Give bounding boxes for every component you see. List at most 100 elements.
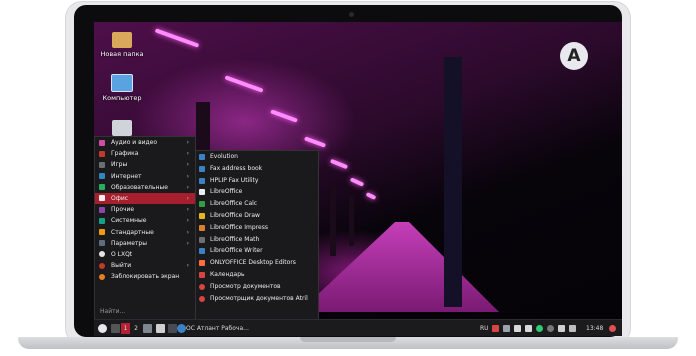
power-icon[interactable] bbox=[609, 325, 616, 332]
menu-item-about-lxqt[interactable]: О LXQt bbox=[95, 249, 195, 260]
workspace-2-button[interactable]: 2 bbox=[132, 323, 140, 334]
menu-item-label: Прочие bbox=[111, 206, 135, 214]
submenu-item-label: HPLIP Fax Utility bbox=[210, 176, 259, 184]
onlyoffice-icon bbox=[199, 260, 205, 267]
folder-icon bbox=[112, 32, 132, 48]
wallpaper-pillar bbox=[444, 57, 462, 307]
menu-item-label: Выйти bbox=[111, 262, 132, 270]
menu-item-audio-video[interactable]: Аудио и видео › bbox=[95, 137, 195, 148]
volume-icon[interactable] bbox=[569, 325, 576, 332]
show-desktop-icon[interactable] bbox=[111, 324, 120, 333]
submenu-item-libreoffice-math[interactable]: LibreOffice Math bbox=[196, 234, 318, 246]
internet-icon bbox=[99, 173, 105, 180]
start-menu: Аудио и видео › Графика › Игры › Интернет › … bbox=[94, 136, 196, 321]
menu-item-logout[interactable]: Выйти › bbox=[95, 260, 195, 271]
atlant-logo: A bbox=[560, 42, 588, 70]
menu-item-other[interactable]: Прочие › bbox=[95, 204, 195, 215]
graphics-icon bbox=[99, 150, 105, 157]
document-viewer-icon bbox=[199, 283, 205, 290]
submenu-item-document-viewer[interactable]: Просмотр документов bbox=[196, 281, 318, 293]
logout-icon bbox=[99, 262, 105, 269]
impress-icon bbox=[199, 224, 205, 231]
desktop-icon-computer[interactable]: Компьютер bbox=[94, 74, 152, 102]
submenu-item-fax-address-book[interactable]: Fax address book bbox=[196, 163, 318, 175]
menu-item-education[interactable]: Образовательные › bbox=[95, 182, 195, 193]
menu-item-games[interactable]: Игры › bbox=[95, 159, 195, 170]
wallpaper-light bbox=[365, 192, 377, 200]
desktop-screen: Новая папка Компьютер A Аудио и видео › Г… bbox=[94, 22, 622, 336]
menu-item-label: Образовательные bbox=[111, 183, 168, 191]
chevron-right-icon: › bbox=[186, 194, 189, 202]
submenu-item-onlyoffice[interactable]: ONLYOFFICE Desktop Editors bbox=[196, 257, 318, 269]
workspace-1-button[interactable]: 1 bbox=[121, 323, 130, 334]
network-icon[interactable] bbox=[492, 325, 499, 332]
submenu-item-label: Просмотр документов bbox=[210, 282, 281, 290]
chevron-right-icon: › bbox=[186, 217, 189, 225]
submenu-item-label: Календарь bbox=[210, 270, 245, 278]
atril-icon bbox=[199, 295, 205, 302]
submenu-item-label: ONLYOFFICE Desktop Editors bbox=[210, 259, 296, 267]
submenu-item-evolution[interactable]: Evolution bbox=[196, 151, 318, 163]
update-icon[interactable] bbox=[536, 325, 543, 332]
submenu-item-label: Evolution bbox=[210, 153, 238, 160]
submenu-item-libreoffice[interactable]: LibreOffice bbox=[196, 186, 318, 198]
chevron-right-icon: › bbox=[186, 161, 189, 169]
education-icon bbox=[99, 184, 105, 191]
submenu-item-calendar[interactable]: Календарь bbox=[196, 269, 318, 281]
menu-item-office[interactable]: Офис › bbox=[95, 192, 195, 205]
submenu-item-libreoffice-impress[interactable]: LibreOffice Impress bbox=[196, 222, 318, 234]
menu-item-label: Игры bbox=[111, 161, 128, 169]
other-icon bbox=[99, 206, 105, 213]
submenu-item-atril[interactable]: Просмотрщик документов Atril bbox=[196, 293, 318, 305]
desktop-icon-label: Компьютер bbox=[102, 94, 142, 102]
libreoffice-icon bbox=[199, 189, 205, 196]
chevron-right-icon: › bbox=[186, 172, 189, 180]
chevron-right-icon: › bbox=[186, 139, 189, 146]
chevron-right-icon: › bbox=[186, 183, 189, 191]
camera-icon bbox=[349, 12, 354, 17]
games-icon bbox=[99, 161, 105, 168]
keyboard-layout-indicator[interactable]: RU bbox=[480, 323, 489, 334]
clock[interactable]: 13:48 bbox=[586, 323, 603, 334]
writer-icon bbox=[199, 248, 205, 255]
menu-item-label: Офис bbox=[111, 194, 129, 202]
taskbar: 1 2 ОС Атлант Рабоча... RU 13:48 bbox=[94, 319, 622, 336]
document-icon[interactable] bbox=[156, 324, 165, 333]
tray-app-icon[interactable] bbox=[503, 325, 510, 332]
submenu-item-label: LibreOffice Impress bbox=[210, 223, 268, 231]
wallpaper-pillar bbox=[349, 196, 354, 246]
desktop-icon-new-folder[interactable]: Новая папка bbox=[94, 32, 152, 58]
wallpaper-platform bbox=[299, 222, 499, 312]
chevron-right-icon: › bbox=[186, 228, 189, 236]
computer-icon bbox=[111, 74, 133, 92]
menu-item-settings[interactable]: Параметры › bbox=[95, 238, 195, 249]
submenu-item-libreoffice-writer[interactable]: LibreOffice Writer bbox=[196, 245, 318, 257]
file-manager-icon[interactable] bbox=[143, 324, 152, 333]
menu-item-lock-screen[interactable]: Заблокировать экран bbox=[95, 271, 195, 282]
taskbar-window-button[interactable]: ОС Атлант Рабоча... bbox=[176, 323, 261, 334]
lock-icon bbox=[99, 273, 105, 280]
start-menu-button[interactable] bbox=[98, 324, 107, 333]
chevron-right-icon: › bbox=[186, 262, 189, 270]
menu-search-input[interactable]: Найти... bbox=[97, 307, 194, 317]
menu-item-accessories[interactable]: Стандартные › bbox=[95, 227, 195, 238]
office-icon bbox=[99, 195, 105, 202]
menu-item-internet[interactable]: Интернет › bbox=[95, 171, 195, 182]
menu-item-label: Заблокировать экран bbox=[111, 273, 180, 281]
notes-icon[interactable] bbox=[525, 325, 532, 332]
hplip-icon bbox=[199, 177, 205, 184]
submenu-item-label: LibreOffice Calc bbox=[210, 200, 258, 208]
submenu-item-libreoffice-draw[interactable]: LibreOffice Draw bbox=[196, 210, 318, 222]
submenu-item-libreoffice-calc[interactable]: LibreOffice Calc bbox=[196, 198, 318, 210]
menu-item-graphics[interactable]: Графика › bbox=[95, 148, 195, 159]
drive-icon bbox=[112, 120, 132, 136]
menu-item-system[interactable]: Системные › bbox=[95, 215, 195, 226]
wallpaper-light bbox=[329, 158, 349, 170]
status-icon[interactable] bbox=[547, 325, 554, 332]
submenu-item-hplip-fax[interactable]: HPLIP Fax Utility bbox=[196, 175, 318, 187]
battery-icon[interactable] bbox=[558, 325, 565, 332]
fax-icon bbox=[199, 165, 205, 172]
menu-item-label: Системные bbox=[111, 217, 147, 225]
calc-icon bbox=[199, 201, 205, 208]
clipboard-icon[interactable] bbox=[514, 325, 521, 332]
